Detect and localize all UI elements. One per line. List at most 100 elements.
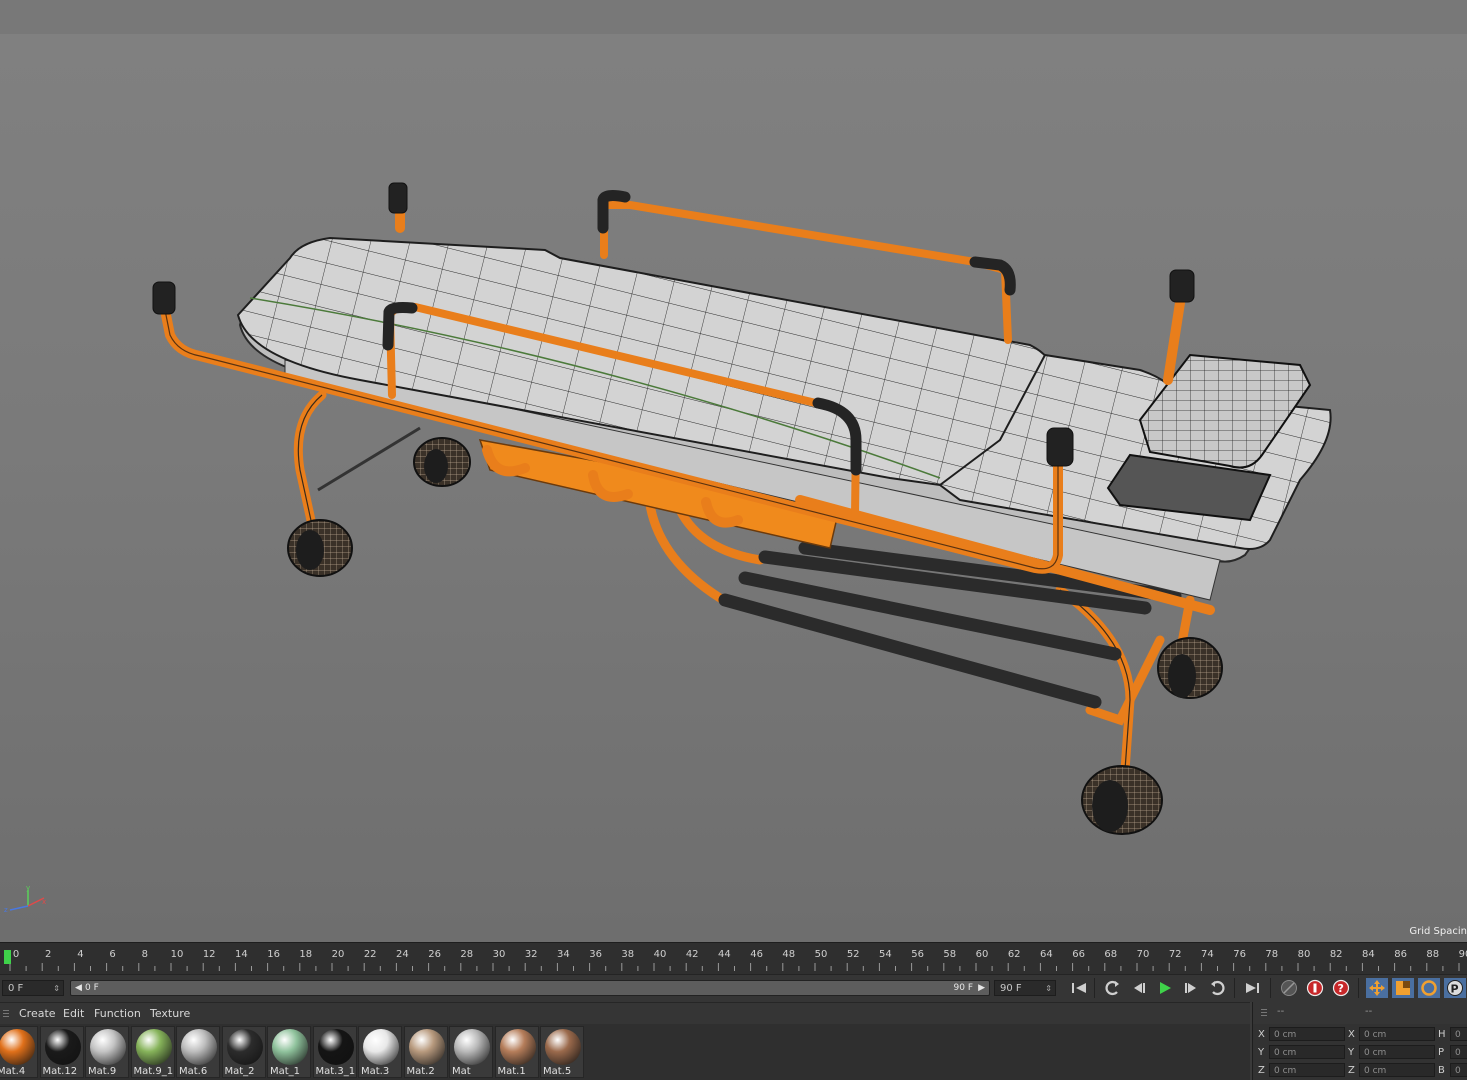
material-preview-sphere: [317, 1029, 354, 1065]
position-field[interactable]: 0 cm: [1269, 1027, 1345, 1041]
material-name: Mat.4: [0, 1066, 26, 1077]
menu-edit[interactable]: Edit: [63, 1007, 84, 1020]
axis-gizmo: y x z: [4, 884, 46, 914]
go-to-start-button[interactable]: [1068, 978, 1090, 998]
axis-label: X: [1258, 1029, 1265, 1040]
coordinate-row: X0 cm X 0 cm H 0: [1253, 1027, 1467, 1043]
position-field[interactable]: 0 cm: [1269, 1045, 1345, 1059]
material-name: Mat.9: [88, 1066, 117, 1077]
3d-viewport[interactable]: y x z Grid Spacin: [0, 34, 1467, 942]
timeline-tick-label: 10: [170, 949, 184, 960]
go-to-start-icon: [1072, 983, 1086, 993]
size-field[interactable]: 0 cm: [1359, 1027, 1435, 1041]
motion-record-button[interactable]: [1278, 978, 1300, 998]
loop-back-button[interactable]: [1102, 978, 1124, 998]
material-preview-sphere: [363, 1029, 399, 1065]
preview-range-slider[interactable]: ◀ 0 F 90 F ▶: [70, 980, 990, 996]
loop-forward-button[interactable]: [1206, 978, 1228, 998]
material-name: Mat.12: [42, 1066, 78, 1077]
timeline-tick-label: 56: [911, 949, 924, 960]
key-disabled-icon: [1281, 980, 1297, 996]
timeline-tick-label: 64: [1040, 949, 1053, 960]
material-name: Mat.3: [361, 1066, 390, 1077]
range-right-arrow[interactable]: ▶: [978, 981, 985, 995]
material-swatch[interactable]: Mat.9: [85, 1026, 129, 1078]
timeline-tick-label: 68: [1104, 949, 1118, 960]
material-swatch[interactable]: Mat.3_1: [312, 1026, 357, 1078]
material-swatch[interactable]: Mat.9_1: [130, 1026, 175, 1078]
previous-frame-button[interactable]: [1128, 978, 1150, 998]
material-swatch[interactable]: Mat_2: [221, 1026, 266, 1078]
menu-function[interactable]: Function: [94, 1007, 141, 1020]
timeline-tick-label: 28: [460, 949, 474, 960]
position-field[interactable]: 0 cm: [1269, 1063, 1345, 1077]
play-button[interactable]: [1154, 978, 1176, 998]
material-swatch[interactable]: Mat.5: [540, 1026, 584, 1078]
position-key-button[interactable]: [1366, 978, 1388, 998]
svg-text:x: x: [42, 898, 46, 906]
timeline-tick-label: 18: [299, 949, 313, 960]
menu-create[interactable]: Create: [19, 1007, 56, 1020]
material-name: Mat.6: [179, 1066, 208, 1077]
material-preview-sphere: [499, 1029, 536, 1065]
svg-text:z: z: [4, 906, 8, 914]
timeline-tick-label: 76: [1233, 949, 1246, 960]
timeline-tick-label: 4: [77, 949, 84, 960]
timeline-tick-label: 62: [1007, 949, 1021, 960]
scale-key-button[interactable]: [1392, 978, 1414, 998]
go-to-end-button[interactable]: [1242, 978, 1264, 998]
menu-texture[interactable]: Texture: [150, 1007, 190, 1020]
rotation-field[interactable]: 0: [1450, 1045, 1467, 1059]
loop-back-icon: [1105, 980, 1119, 996]
size-field[interactable]: 0 cm: [1359, 1063, 1435, 1077]
timeline-tick-label: 42: [685, 949, 699, 960]
range-end-label: 90 F: [953, 983, 974, 993]
parameter-key-button[interactable]: P: [1444, 978, 1466, 998]
next-frame-button[interactable]: [1180, 978, 1202, 998]
axis-label: H: [1438, 1029, 1446, 1040]
material-name: Mat_2: [224, 1066, 255, 1077]
material-swatch[interactable]: Mat: [449, 1026, 493, 1078]
material-swatch[interactable]: Mat.3: [358, 1026, 402, 1078]
range-left-arrow[interactable]: ◀: [75, 981, 82, 995]
rotation-key-button[interactable]: [1418, 978, 1440, 998]
material-swatch[interactable]: Mat.1: [494, 1026, 539, 1078]
material-swatch[interactable]: Mat.12: [39, 1026, 84, 1078]
material-swatch[interactable]: Mat.6: [176, 1026, 220, 1078]
timeline-tick-label: 82: [1329, 949, 1343, 960]
panel-grip-icon[interactable]: [3, 1010, 9, 1018]
timeline-tick-label: 38: [621, 949, 635, 960]
timeline-tick-label: 48: [782, 949, 796, 960]
timeline-tick-label: 52: [846, 949, 860, 960]
go-to-end-icon: [1246, 983, 1259, 993]
material-preview-sphere: [135, 1029, 172, 1065]
material-swatch[interactable]: Mat_1: [267, 1026, 311, 1078]
material-preview-sphere: [408, 1029, 445, 1065]
timeline-tick-label: 22: [363, 949, 377, 960]
record-active-button[interactable]: [1304, 978, 1326, 998]
rotation-field[interactable]: 0: [1450, 1063, 1467, 1077]
size-field[interactable]: 0 cm: [1359, 1045, 1435, 1059]
end-frame-field[interactable]: 90 F ⇕: [994, 980, 1056, 996]
timeline-tick-label: 2: [45, 949, 52, 960]
coordinates-panel: -- -- X0 cm X 0 cm H 0 Y 0 cm Y 0 cm P 0 Z 0 cm Z 0 cm…: [1252, 1002, 1467, 1080]
autokey-button[interactable]: ?: [1330, 978, 1352, 998]
viewport-header-strip: [0, 0, 1467, 34]
range-start-label: 0 F: [85, 983, 99, 993]
panel-grip-icon[interactable]: [1261, 1009, 1267, 1017]
material-swatch[interactable]: Mat.4: [0, 1026, 38, 1078]
timeline-tick-label: 90: [1458, 949, 1467, 960]
material-name: Mat.9_1: [133, 1066, 174, 1077]
playhead[interactable]: [4, 950, 11, 964]
current-frame-field[interactable]: 0 F ⇕: [2, 980, 64, 996]
material-preview-sphere: [90, 1029, 126, 1065]
timeline-ruler[interactable]: 0 2 4 6 8 10 12 14 16 18 20 22 24 26 28 30 32 34 36 38 40 42 4…: [0, 942, 1467, 975]
timeline-tick-label: 50: [814, 949, 828, 960]
stretcher-model[interactable]: [0, 34, 1467, 942]
material-swatch[interactable]: Mat.2: [403, 1026, 448, 1078]
rotation-field[interactable]: 0: [1450, 1027, 1467, 1041]
material-list: Mat.4 Mat.12 Mat.9 Mat.9_1 Mat.6 Mat_2 Mat_1 Ma…: [0, 1024, 1250, 1080]
move-arrows-icon: [1369, 980, 1385, 996]
previous-frame-icon: [1134, 983, 1145, 993]
timeline-tick-label: 36: [589, 949, 602, 960]
